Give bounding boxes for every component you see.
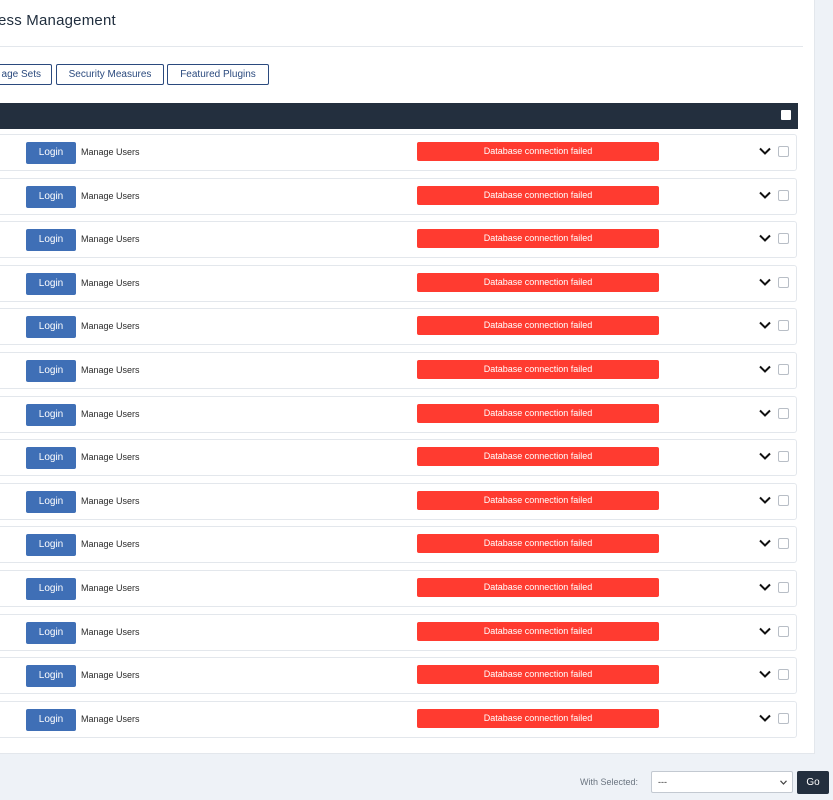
status-badge: Database connection failed [417, 360, 659, 379]
login-button[interactable]: Login [26, 534, 76, 557]
table-header [0, 103, 798, 129]
login-button[interactable]: Login [26, 185, 76, 208]
table-row: Login Manage Users Database connection fai… [0, 395, 797, 433]
management-panel: ess Management age Sets Security Measure… [0, 0, 815, 754]
table-row: Login Manage Users Database connection fai… [0, 439, 797, 477]
login-button[interactable]: Login [26, 360, 76, 382]
status-badge: Database connection failed [417, 403, 659, 423]
chevron-down-icon[interactable] [759, 496, 771, 505]
row-checkbox[interactable] [778, 233, 789, 245]
status-badge: Database connection failed [417, 578, 659, 597]
login-button[interactable]: Login [26, 316, 76, 339]
table-row: Login Manage Users Database connection fai… [0, 264, 797, 302]
table-row: Login Manage Users Database connection fai… [0, 177, 797, 215]
table-row: Login Manage Users Database connection fai… [0, 221, 797, 259]
table-row: Login Manage Users Database connection fai… [0, 613, 797, 651]
row-checkbox[interactable] [778, 625, 789, 637]
manage-users-link[interactable]: Manage Users [81, 670, 140, 680]
row-checkbox[interactable] [778, 364, 789, 375]
tab-featured-plugins[interactable]: Featured Plugins [167, 64, 269, 85]
login-button[interactable]: Login [26, 403, 76, 426]
row-checkbox[interactable] [778, 189, 789, 201]
row-checkbox[interactable] [778, 494, 789, 506]
login-button[interactable]: Login [26, 272, 76, 295]
login-button[interactable]: Login [26, 621, 76, 644]
chevron-down-icon[interactable] [759, 452, 771, 461]
chevron-down-icon[interactable] [759, 714, 771, 723]
table-row: Login Manage Users Database connection fai… [0, 657, 797, 695]
title-divider [0, 46, 803, 47]
chevron-down-icon[interactable] [759, 670, 771, 679]
manage-users-link[interactable]: Manage Users [81, 321, 140, 331]
manage-users-link[interactable]: Manage Users [81, 714, 140, 724]
row-checkbox[interactable] [778, 669, 789, 681]
manage-users-link[interactable]: Manage Users [81, 191, 140, 201]
status-badge: Database connection failed [417, 621, 659, 641]
status-badge: Database connection failed [417, 272, 659, 292]
row-checkbox[interactable] [778, 538, 789, 550]
manage-users-link[interactable]: Manage Users [81, 147, 140, 157]
row-checkbox[interactable] [778, 407, 789, 419]
login-button[interactable]: Login [26, 578, 76, 600]
go-button[interactable]: Go [797, 771, 829, 794]
row-checkbox[interactable] [778, 582, 789, 593]
tab-image-sets[interactable]: age Sets [0, 64, 52, 85]
table-row: Login Manage Users Database connection fai… [0, 526, 797, 564]
manage-users-link[interactable]: Manage Users [81, 627, 140, 637]
row-checkbox[interactable] [778, 451, 789, 463]
status-badge: Database connection failed [417, 447, 659, 467]
manage-users-link[interactable]: Manage Users [81, 583, 140, 593]
bulk-action-select[interactable]: --- [651, 771, 793, 793]
status-badge: Database connection failed [417, 229, 659, 249]
chevron-down-icon[interactable] [759, 583, 771, 592]
manage-users-link[interactable]: Manage Users [81, 365, 140, 375]
bulk-action-select-value: --- [658, 777, 667, 787]
with-selected-label: With Selected: [580, 777, 639, 787]
page-title: ess Management [0, 12, 116, 29]
tab-security-measures[interactable]: Security Measures [56, 64, 164, 85]
row-checkbox[interactable] [778, 146, 789, 157]
chevron-down-icon[interactable] [759, 627, 771, 636]
select-all-checkbox[interactable] [781, 110, 791, 120]
chevron-down-icon[interactable] [759, 147, 771, 156]
status-badge: Database connection failed [417, 316, 659, 336]
chevron-down-icon[interactable] [759, 539, 771, 548]
chevron-down-icon[interactable] [759, 278, 771, 287]
row-checkbox[interactable] [778, 276, 789, 288]
chevron-down-icon[interactable] [759, 234, 771, 243]
status-badge: Database connection failed [417, 185, 659, 205]
login-button[interactable]: Login [26, 447, 76, 470]
chevron-down-icon[interactable] [759, 409, 771, 418]
status-badge: Database connection failed [417, 142, 659, 161]
chevron-down-icon [780, 780, 787, 785]
chevron-down-icon[interactable] [759, 321, 771, 330]
chevron-down-icon[interactable] [759, 365, 771, 374]
row-checkbox[interactable] [778, 320, 789, 332]
manage-users-link[interactable]: Manage Users [81, 496, 140, 506]
status-badge: Database connection failed [417, 534, 659, 554]
status-badge: Database connection failed [417, 708, 659, 728]
manage-users-link[interactable]: Manage Users [81, 234, 140, 244]
table-row: Login Manage Users Database connection fai… [0, 570, 797, 607]
manage-users-link[interactable]: Manage Users [81, 409, 140, 419]
table-row: Login Manage Users Database connection fai… [0, 700, 797, 738]
table-row: Login Manage Users Database connection fai… [0, 352, 797, 389]
login-button[interactable]: Login [26, 229, 76, 252]
login-button[interactable]: Login [26, 490, 76, 513]
status-badge: Database connection failed [417, 490, 659, 510]
manage-users-link[interactable]: Manage Users [81, 452, 140, 462]
row-checkbox[interactable] [778, 712, 789, 724]
manage-users-link[interactable]: Manage Users [81, 539, 140, 549]
table-row: Login Manage Users Database connection fai… [0, 134, 797, 171]
chevron-down-icon[interactable] [759, 191, 771, 200]
table-row: Login Manage Users Database connection fai… [0, 308, 797, 346]
status-badge: Database connection failed [417, 665, 659, 685]
login-button[interactable]: Login [26, 665, 76, 688]
login-button[interactable]: Login [26, 142, 76, 164]
login-button[interactable]: Login [26, 708, 76, 731]
table-row: Login Manage Users Database connection fai… [0, 482, 797, 520]
manage-users-link[interactable]: Manage Users [81, 278, 140, 288]
